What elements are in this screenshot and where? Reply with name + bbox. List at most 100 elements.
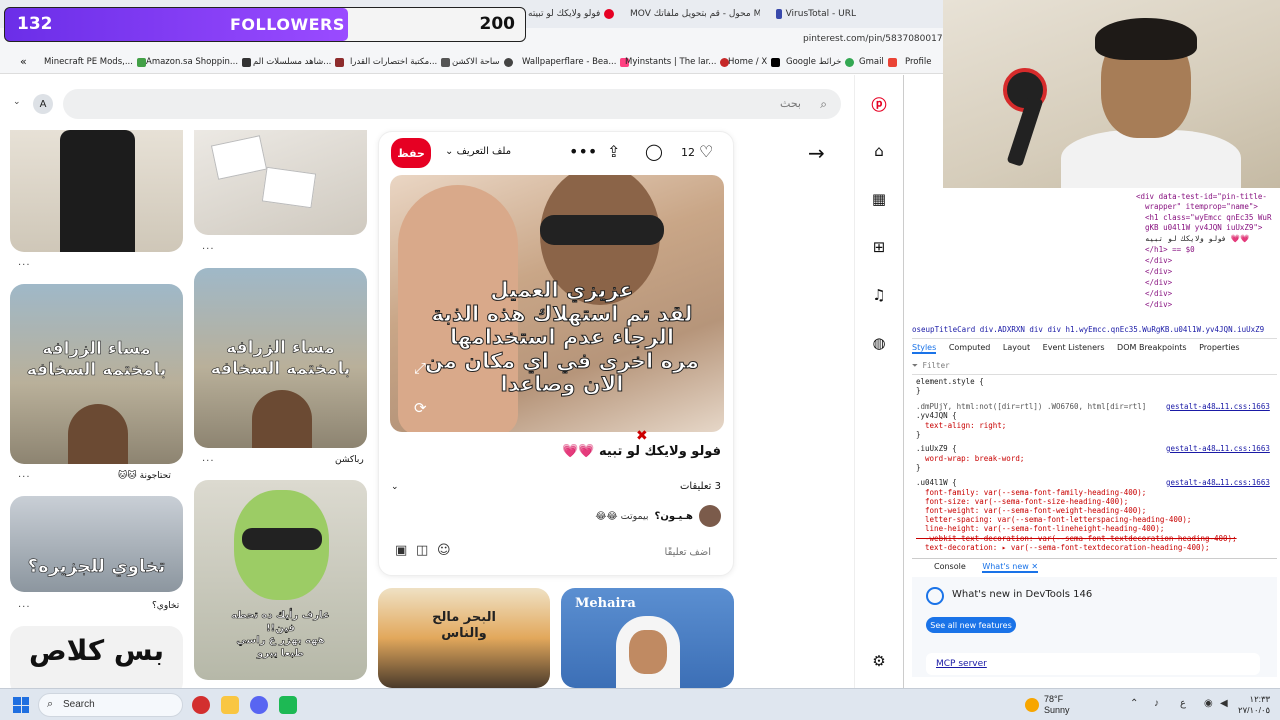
comment-username[interactable]: هـيـون؟: [655, 511, 693, 522]
taskbar-search[interactable]: ⌕ Search: [38, 693, 183, 717]
css-source-link[interactable]: gestalt-a48…11.css:1663: [1166, 444, 1270, 453]
dom-line[interactable]: </div>: [1136, 267, 1172, 276]
pinterest-logo-icon[interactable]: ⓟ: [868, 93, 890, 115]
tab-properties[interactable]: Properties: [1199, 343, 1239, 352]
pin-card[interactable]: عارف رأيك ده تحطه فين!! ههه بهزر ع راسي …: [194, 480, 367, 680]
css-rule-line[interactable]: }: [916, 430, 921, 439]
dom-breadcrumbs[interactable]: oseupTitleCard div.ADXRXN div div h1.wyE…: [912, 325, 1277, 339]
avatar[interactable]: [699, 505, 721, 527]
network-icon[interactable]: ◉: [1204, 698, 1213, 709]
css-rule-line[interactable]: letter-spacing: var(--sema-font-lettersp…: [916, 515, 1191, 524]
clock[interactable]: ١٢:٣٣ ٢٧/١٠/٠٥: [1238, 694, 1270, 716]
comments-header[interactable]: 3 تعليقات: [680, 481, 721, 492]
tab-layout[interactable]: Layout: [1003, 343, 1030, 352]
pin-card[interactable]: مساء الزرافه بامختمه السخافه: [194, 268, 367, 448]
dom-line[interactable]: فولو ولايكك لو تبيه 💗💗: [1136, 234, 1249, 243]
pin-card[interactable]: مساء الزرافه بامختمه السخافه: [10, 284, 183, 464]
css-rule-line[interactable]: text-align: right;: [916, 421, 1006, 430]
pin-card[interactable]: [194, 130, 367, 235]
comment-icon[interactable]: ◯: [645, 142, 663, 161]
pin-card[interactable]: تخاوي للجزيره؟: [10, 496, 183, 592]
bookmark-item[interactable]: Gmail: [859, 57, 897, 67]
dom-line[interactable]: wrapper" itemprop="name">: [1136, 202, 1258, 211]
bookmark-item[interactable]: مكتبة اختصارات القدرا...: [350, 57, 451, 67]
tab-event-listeners[interactable]: Event Listeners: [1043, 343, 1105, 352]
css-rule-line[interactable]: -webkit-text-decoration: var(--sema-font…: [916, 534, 1237, 543]
url-text[interactable]: pinterest.com/pin/5837080017263: [803, 34, 960, 44]
css-source-link[interactable]: gestalt-a48…11.css:1663: [1166, 402, 1270, 411]
add-comment-input[interactable]: [511, 539, 711, 565]
volume-icon[interactable]: ◀: [1220, 698, 1228, 709]
brave-browser-icon[interactable]: [192, 696, 210, 714]
share-icon[interactable]: ⇪: [607, 142, 620, 161]
bookmark-item[interactable]: Profile: [905, 57, 931, 67]
messages-icon[interactable]: ◍: [868, 332, 890, 354]
heart-icon[interactable]: ♡: [699, 142, 713, 161]
css-rule-line[interactable]: .dmPUjY, html:not([dir=rtl]) .WO6760, ht…: [916, 402, 1146, 411]
css-rule-line[interactable]: }: [916, 386, 921, 395]
bookmark-item[interactable]: Myinstants | The lar...: [625, 57, 730, 67]
double-chevron-icon[interactable]: «: [20, 55, 27, 68]
css-rule-line[interactable]: text-decoration: ▸ var(--sema-font-textd…: [916, 543, 1209, 552]
mcp-server-link[interactable]: MCP server: [926, 653, 1260, 675]
arrow-right-icon[interactable]: →: [808, 141, 825, 165]
dom-line[interactable]: </div>: [1136, 278, 1172, 287]
dom-line[interactable]: <h1 class="wyEmcc qnEc35 WuR: [1136, 213, 1271, 222]
discord-icon[interactable]: [250, 696, 268, 714]
tab-computed[interactable]: Computed: [949, 343, 991, 352]
pin-image[interactable]: عزيزي العميل لقد تم استهلاك هذه الذبة ال…: [390, 175, 724, 432]
sticker-icon[interactable]: ◫: [416, 543, 428, 558]
dom-line[interactable]: </div>: [1136, 289, 1172, 298]
css-rule-line[interactable]: .iuUxZ9 {: [916, 444, 957, 453]
image-icon[interactable]: ▣: [395, 543, 407, 558]
chevron-up-icon[interactable]: ⌃: [1130, 698, 1138, 709]
css-rule-line[interactable]: font-weight: var(--sema-font-weight-head…: [916, 506, 1146, 515]
see-all-features-button[interactable]: See all new features: [926, 617, 1016, 633]
explore-icon[interactable]: ▦: [868, 188, 890, 210]
tab-styles[interactable]: Styles: [912, 343, 937, 354]
css-rule-line[interactable]: }: [916, 463, 921, 472]
bookmark-item[interactable]: Home / X: [728, 57, 781, 67]
tab-mov-converter[interactable]: MOV محول - قم بتحويل ملفاتك MOV: [630, 4, 760, 24]
home-icon[interactable]: ⌂: [868, 140, 890, 162]
css-rule-line[interactable]: word-wrap: break-word;: [916, 454, 1024, 463]
search-input[interactable]: [201, 89, 801, 119]
more-options-icon[interactable]: ...: [202, 453, 215, 464]
expand-icon[interactable]: ⤢: [414, 359, 426, 377]
dom-line[interactable]: </div>: [1136, 300, 1172, 309]
tab-dom-breakpoints[interactable]: DOM Breakpoints: [1117, 343, 1187, 352]
bookmark-item[interactable]: شاهد مسلسلات الم...: [253, 57, 345, 67]
bookmark-item[interactable]: Google خرائط: [786, 57, 855, 67]
more-options-icon[interactable]: ...: [202, 241, 215, 252]
create-icon[interactable]: ⊞: [868, 236, 890, 258]
search-bar[interactable]: ⌕: [63, 89, 841, 119]
language-indicator[interactable]: ع: [1180, 698, 1186, 709]
more-options-icon[interactable]: ...: [18, 599, 31, 610]
pin-card[interactable]: البحر مالح والناس: [378, 588, 550, 688]
more-options-icon[interactable]: ...: [18, 257, 31, 268]
windows-start-icon[interactable]: [13, 697, 29, 713]
gear-icon[interactable]: ⚙: [868, 650, 890, 672]
bookmark-item[interactable]: Minecraft PE Mods,...: [44, 57, 146, 67]
avatar[interactable]: A: [33, 94, 53, 114]
dom-line[interactable]: </h1> == $0: [1136, 245, 1195, 254]
bookmark-item[interactable]: ساحة الاكشن: [452, 57, 513, 67]
emoji-icon[interactable]: ☺: [437, 543, 451, 558]
save-button[interactable]: حفظ: [391, 138, 431, 168]
dom-line[interactable]: gKB u04l1W yv4JQN iuUxZ9">: [1136, 223, 1262, 232]
css-rule-line[interactable]: .u04l1W {: [916, 478, 957, 487]
chevron-down-icon[interactable]: ⌄: [13, 97, 21, 107]
dom-line[interactable]: <div data-test-id="pin-title-: [1136, 192, 1267, 201]
css-source-link[interactable]: gestalt-a48…11.css:1663: [1166, 478, 1270, 487]
tab-whats-new[interactable]: What's new ✕: [982, 562, 1039, 573]
app-icon[interactable]: [279, 696, 297, 714]
profile-dropdown[interactable]: ملف التعريف ⌄: [445, 146, 511, 157]
pin-card[interactable]: بس كلاص: [10, 626, 183, 688]
pin-card[interactable]: [10, 130, 183, 252]
css-rule-line[interactable]: line-height: var(--sema-font-lineheight-…: [916, 524, 1164, 533]
styles-filter-input[interactable]: ⏷ Filter: [912, 361, 1277, 375]
css-rule-line[interactable]: font-size: var(--sema-font-size-heading-…: [916, 497, 1128, 506]
dom-line[interactable]: </div>: [1136, 256, 1172, 265]
chevron-down-icon[interactable]: ⌄: [391, 482, 399, 492]
tab-console[interactable]: Console: [934, 562, 966, 571]
